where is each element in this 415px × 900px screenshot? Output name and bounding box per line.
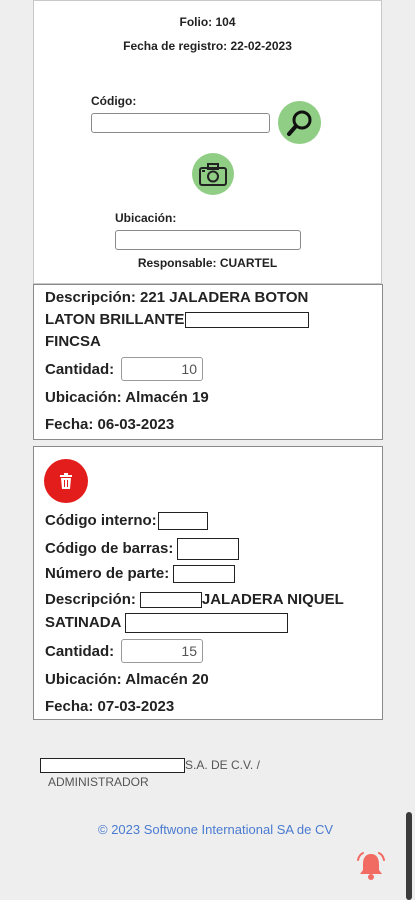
descripcion-label: Descripción: — [45, 591, 136, 608]
fecha-registro-text: Fecha de registro: 22-02-2023 — [123, 39, 292, 53]
descripcion-line2: SATINADA — [45, 613, 122, 631]
item-fecha: Fecha: 07-03-2023 — [45, 698, 175, 715]
descripcion-row2: SATINADA — [45, 613, 289, 633]
codigo-interno-row: Código interno: — [45, 512, 208, 531]
numero-parte-input[interactable] — [173, 565, 236, 584]
codigo-interno-label: Código interno: — [45, 512, 157, 529]
ubicacion-input[interactable] — [115, 230, 301, 250]
search-button[interactable] — [278, 101, 321, 144]
item-descripcion-text: LATON BRILLANTE — [45, 311, 185, 328]
codigo-interno-input[interactable] — [157, 512, 208, 531]
descripcion-prefix-input[interactable] — [139, 592, 202, 609]
folio-text: Folio: 104 — [179, 15, 236, 29]
item-card: Descripción: 221 JALADERA BOTON LATON BR… — [33, 284, 383, 440]
user-role: ADMINISTRADOR — [48, 775, 149, 789]
responsable-text: Responsable: CUARTEL — [137, 256, 278, 270]
cantidad-input[interactable]: 15 — [121, 639, 203, 663]
registro-form-card: Folio: 104 Fecha de registro: 22-02-2023… — [33, 0, 382, 284]
page: Folio: 104 Fecha de registro: 22-02-2023… — [0, 0, 415, 900]
company-name-redacted — [40, 758, 185, 774]
codigo-barras-input[interactable] — [177, 538, 240, 560]
company-line: S.A. DE C.V. / — [40, 758, 260, 774]
item-fecha: Fecha: 06-03-2023 — [45, 416, 175, 433]
delete-button[interactable] — [44, 459, 88, 503]
item-ubicacion: Ubicación: Almacén 19 — [45, 389, 209, 406]
codigo-label: Código: — [91, 94, 137, 108]
item-card: Código interno: Código de barras: Número… — [33, 446, 383, 720]
item-descripcion-line2: LATON BRILLANTE — [45, 311, 310, 329]
numero-parte-row: Número de parte: — [45, 565, 236, 584]
codigo-barras-label: Código de barras: — [45, 539, 174, 557]
descripcion-row: Descripción: JALADERA NIQUEL — [45, 591, 344, 609]
copyright-text[interactable]: © 2023 Softwone International SA de CV — [98, 822, 333, 837]
item-cantidad-label: Cantidad: — [45, 643, 115, 660]
ubicacion-label: Ubicación: — [115, 211, 177, 225]
camera-icon — [199, 163, 227, 186]
trash-icon — [60, 473, 72, 489]
item-cantidad-label: Cantidad: — [45, 361, 115, 378]
codigo-input[interactable] — [91, 113, 270, 133]
camera-button[interactable] — [192, 153, 234, 195]
codigo-barras-row: Código de barras: — [45, 538, 240, 560]
numero-parte-label: Número de parte: — [45, 565, 170, 582]
item-descripcion-line1: Descripción: 221 JALADERA BOTON — [45, 289, 309, 306]
magnifier-icon — [286, 110, 311, 136]
cantidad-input[interactable]: 10 — [121, 357, 203, 381]
item-ubicacion: Ubicación: Almacén 20 — [45, 671, 209, 688]
descripcion-suffix-input[interactable] — [125, 613, 289, 633]
company-suffix: S.A. DE C.V. / — [185, 758, 260, 772]
notifications-button[interactable] — [355, 850, 387, 887]
scrollbar-thumb[interactable] — [406, 812, 412, 900]
descripcion-input[interactable] — [185, 312, 310, 329]
bell-icon — [357, 852, 385, 880]
item-descripcion-line3: FINCSA — [45, 333, 101, 350]
descripcion-text: JALADERA NIQUEL — [201, 591, 344, 608]
